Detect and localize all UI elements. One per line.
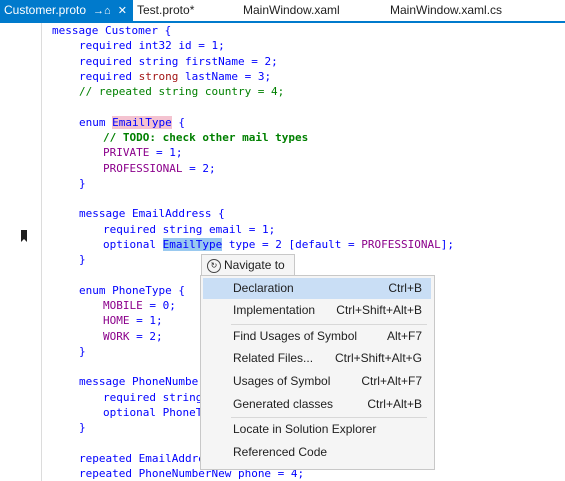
- code-line: }: [79, 177, 86, 190]
- navigate-icon: ↻: [207, 259, 221, 273]
- tab-label: Customer.proto: [4, 3, 87, 17]
- menu-item-locate-in-solution-explorer[interactable]: Locate in Solution Explorer: [203, 419, 431, 440]
- menu-item-shortcut: Alt+F7: [386, 329, 422, 343]
- close-icon[interactable]: ✕: [118, 1, 127, 22]
- navigate-to-header: ↻ Navigate to: [201, 254, 295, 277]
- code-line: message PhoneNumber: [79, 375, 205, 388]
- tab-mainwindow-xaml[interactable]: MainWindow.xaml: [243, 0, 340, 21]
- menu-item-referenced-code[interactable]: Referenced Code: [203, 442, 431, 463]
- menu-item-shortcut: Ctrl+Alt+B: [367, 397, 422, 411]
- tab-customer-proto[interactable]: Customer.proto →⌂ ✕: [0, 0, 133, 21]
- menu-item-label: Find Usages of Symbol: [233, 329, 358, 343]
- menu-item-declaration[interactable]: Declaration Ctrl+B: [203, 278, 431, 299]
- tab-label: MainWindow.xaml: [243, 3, 340, 17]
- menu-item-usages-of-symbol[interactable]: Usages of Symbol Ctrl+Alt+F7: [203, 371, 431, 392]
- menu-item-related-files[interactable]: Related Files... Ctrl+Shift+Alt+G: [203, 348, 431, 369]
- editor-tab-bar: Customer.proto →⌂ ✕ Test.proto* MainWindow…: [0, 0, 565, 23]
- code-line: // TODO: check other mail types: [103, 131, 309, 144]
- menu-item-generated-classes[interactable]: Generated classes Ctrl+Alt+B: [203, 394, 431, 415]
- code-line: HOME = 1;: [103, 314, 163, 327]
- menu-separator: [231, 417, 427, 418]
- code-line: enum EmailType {: [79, 116, 185, 129]
- code-line: optional PhoneT: [103, 406, 203, 419]
- tab-label: MainWindow.xaml.cs: [390, 3, 503, 17]
- code-line: }: [79, 421, 86, 434]
- code-line: required int32 id = 1;: [79, 39, 225, 52]
- menu-item-label: Related Files...: [233, 351, 314, 365]
- code-line: WORK = 2;: [103, 330, 163, 343]
- code-line: // repeated string country = 4;: [79, 85, 285, 98]
- code-line: MOBILE = 0;: [103, 299, 176, 312]
- navigate-to-menu: Declaration Ctrl+B Implementation Ctrl+S…: [200, 275, 435, 470]
- pin-icon[interactable]: →⌂: [93, 1, 111, 22]
- gutter-divider: [41, 23, 42, 481]
- tab-mainwindow-xaml-cs[interactable]: MainWindow.xaml.cs: [390, 0, 502, 21]
- menu-separator: [231, 324, 427, 325]
- menu-item-label: Referenced Code: [233, 445, 328, 459]
- menu-item-label: Declaration: [233, 281, 294, 295]
- menu-item-implementation[interactable]: Implementation Ctrl+Shift+Alt+B: [203, 300, 431, 321]
- menu-item-label: Generated classes: [233, 397, 334, 411]
- menu-item-find-usages[interactable]: Find Usages of Symbol Alt+F7: [203, 326, 431, 347]
- menu-item-label: Implementation: [233, 303, 316, 317]
- menu-item-shortcut: Ctrl+B: [388, 281, 422, 295]
- code-line: required string: [103, 391, 203, 404]
- code-line: PRIVATE = 1;: [103, 146, 183, 159]
- tab-test-proto[interactable]: Test.proto*: [137, 0, 194, 21]
- tab-label: Test.proto*: [137, 3, 195, 17]
- code-line: optional EmailType type = 2 [default = P…: [103, 238, 455, 251]
- menu-item-label: Usages of Symbol: [233, 374, 331, 388]
- code-line: }: [79, 253, 86, 266]
- menu-item-shortcut: Ctrl+Shift+Alt+B: [336, 303, 422, 317]
- menu-item-label: Locate in Solution Explorer: [233, 422, 377, 436]
- code-line: required string email = 1;: [103, 223, 276, 236]
- code-line: message Customer {: [52, 24, 172, 37]
- code-line: required string firstName = 2;: [79, 55, 278, 68]
- code-line: required strong lastName = 3;: [79, 70, 272, 83]
- navigate-title: Navigate to: [224, 258, 285, 272]
- code-line: PROFESSIONAL = 2;: [103, 162, 216, 175]
- menu-item-shortcut: Ctrl+Alt+F7: [361, 374, 422, 388]
- code-line: repeated EmailAddre: [79, 452, 205, 465]
- code-line: }: [79, 345, 86, 358]
- bookmark-icon[interactable]: [21, 230, 27, 242]
- code-line: message EmailAddress {: [79, 207, 225, 220]
- code-line: enum PhoneType {: [79, 284, 185, 297]
- menu-item-shortcut: Ctrl+Shift+Alt+G: [334, 351, 422, 365]
